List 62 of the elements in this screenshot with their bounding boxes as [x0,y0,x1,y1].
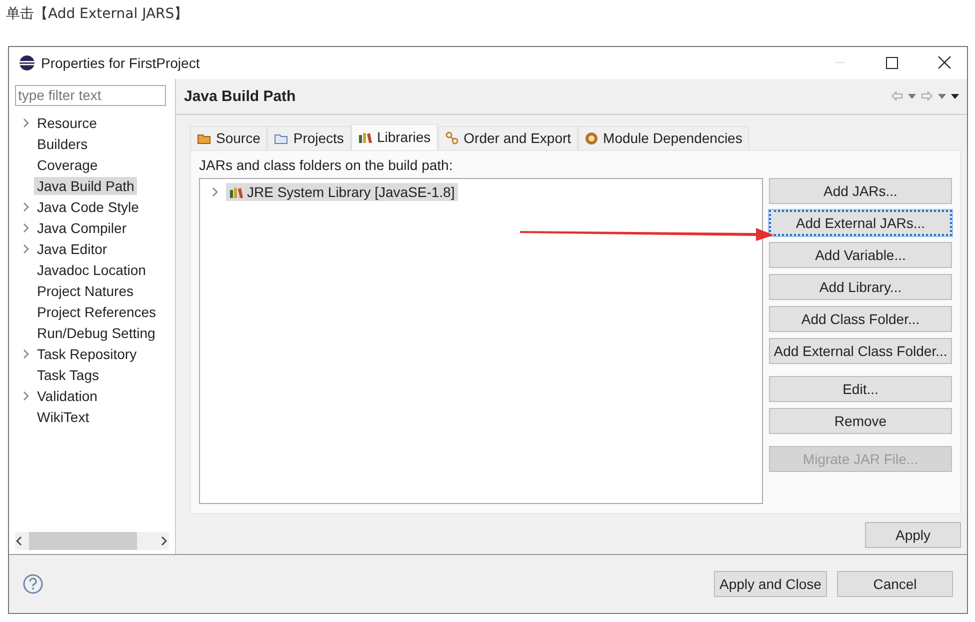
action-button[interactable]: Add Library... [769,274,952,300]
menu-icon[interactable] [951,94,959,99]
tab[interactable]: Module Dependencies [578,126,750,150]
chevron-right-icon[interactable] [22,223,30,234]
chevron-right-icon[interactable] [212,187,218,198]
action-button[interactable]: Edit... [769,376,952,402]
books-icon [229,186,243,198]
tree-item[interactable]: Task Repository [34,345,140,364]
scroll-right-icon[interactable] [159,536,169,546]
dropdown-icon[interactable] [908,94,916,99]
books-icon [358,131,372,144]
dialog-button[interactable]: Cancel [837,570,953,597]
back-arrow-icon[interactable] [891,91,903,102]
tree-item[interactable]: WikiText [34,408,92,426]
tree-item[interactable]: Builders [34,135,91,154]
caption-text: 单击【Add External JARS】 [5,5,190,24]
folder-icon [197,132,211,144]
tab[interactable]: Projects [267,126,351,150]
tab[interactable]: Order and Export [438,126,578,150]
folder-icon [274,132,288,144]
tree-item[interactable]: Resource [34,114,100,132]
library-entry[interactable]: JRE System Library [JavaSE-1.8] [226,183,458,202]
module-icon [585,132,598,145]
tree-item[interactable]: Task Tags [34,366,102,384]
links-icon [444,131,459,146]
tree-item[interactable]: Project References [34,303,160,322]
chevron-right-icon[interactable] [22,349,30,360]
tree-item[interactable]: Javadoc Location [34,261,149,280]
tab[interactable]: Source [190,126,268,150]
tree-item[interactable]: Run/Debug Setting [34,324,158,342]
tree-item[interactable]: Java Code Style [34,198,142,216]
chevron-right-icon[interactable] [22,118,30,128]
chevron-right-icon[interactable] [22,391,30,402]
build-path-list[interactable]: JRE System Library [JavaSE-1.8] [199,178,763,504]
chevron-right-icon[interactable] [22,202,30,212]
action-button[interactable]: Add Class Folder... [769,306,952,332]
page-title: Java Build Path [184,88,297,105]
action-button[interactable]: Add Variable... [769,242,952,268]
action-button[interactable]: Add JARs... [769,178,952,204]
tree-item[interactable]: Java Build Path [34,177,138,196]
maximize-icon[interactable] [886,56,898,69]
filter-field[interactable]: type filter text [15,84,166,106]
forward-arrow-icon[interactable] [921,91,933,102]
list-label: JARs and class folders on the build path: [199,156,454,173]
eclipse-icon [19,54,35,71]
tree-item[interactable]: Project Natures [34,282,136,300]
action-button[interactable]: Add External JARs... [769,210,952,236]
horizontal-scrollbar[interactable] [15,532,169,550]
action-button[interactable]: Remove [769,408,952,434]
window-title: Properties for FirstProject [41,54,201,71]
action-button[interactable]: Add External Class Folder... [769,338,952,364]
tab[interactable]: Libraries [350,124,438,150]
tree-item[interactable]: Coverage [34,156,101,174]
dialog-button[interactable]: Apply and Close [714,570,827,597]
close-icon[interactable] [938,56,950,70]
tree-item[interactable]: Java Compiler [34,219,130,238]
apply-button[interactable]: Apply [865,522,961,548]
dropdown-icon[interactable] [938,94,946,99]
help-icon[interactable] [23,574,43,594]
tree-item[interactable]: Java Editor [34,240,110,258]
chevron-right-icon[interactable] [22,244,30,254]
tree-item[interactable]: Validation [34,387,100,406]
